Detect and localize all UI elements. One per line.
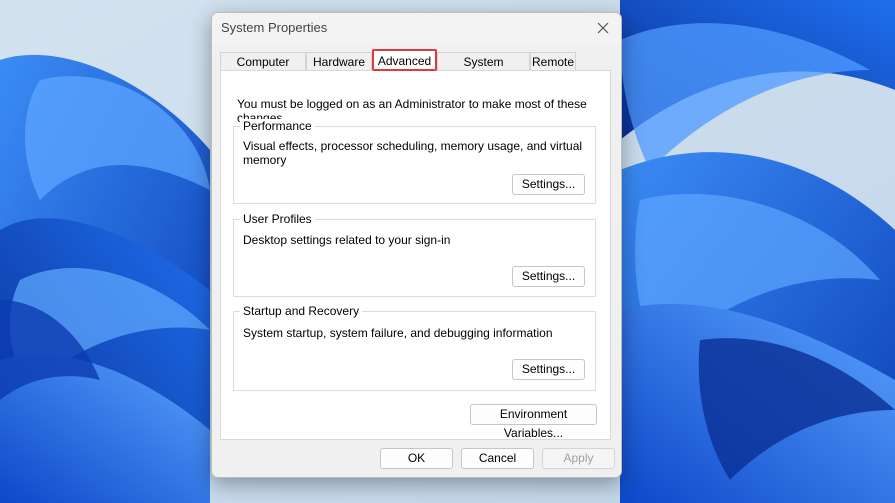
close-icon[interactable] (594, 19, 612, 37)
tab-computer-name[interactable]: Computer Name (220, 52, 306, 87)
startup-recovery-settings-button[interactable]: Settings... (512, 359, 585, 380)
performance-settings-button[interactable]: Settings... (512, 174, 585, 195)
tab-system-protection[interactable]: System Protection (437, 52, 530, 87)
startup-recovery-description: System startup, system failure, and debu… (243, 326, 553, 340)
startup-recovery-group: Startup and Recovery System startup, sys… (233, 304, 596, 391)
startup-recovery-title: Startup and Recovery (240, 304, 363, 318)
cancel-button[interactable]: Cancel (461, 448, 534, 469)
ok-button[interactable]: OK (380, 448, 453, 469)
apply-button[interactable]: Apply (542, 448, 615, 469)
tab-advanced[interactable]: Advanced (372, 49, 437, 71)
title-bar[interactable]: System Properties (212, 13, 621, 45)
user-profiles-title: User Profiles (240, 212, 315, 226)
tab-hardware[interactable]: Hardware (306, 52, 372, 70)
advanced-tab-panel: You must be logged on as an Administrato… (220, 70, 611, 440)
performance-title: Performance (240, 119, 315, 133)
tab-remote[interactable]: Remote (530, 52, 576, 70)
user-profiles-settings-button[interactable]: Settings... (512, 266, 585, 287)
performance-description: Visual effects, processor scheduling, me… (243, 139, 583, 167)
dialog-title: System Properties (221, 20, 328, 35)
environment-variables-button[interactable]: Environment Variables... (470, 404, 597, 440)
user-profiles-group: User Profiles Desktop settings related t… (233, 212, 596, 297)
performance-group: Performance Visual effects, processor sc… (233, 119, 596, 204)
system-properties-dialog: System Properties Computer Name Hardware… (211, 12, 622, 478)
user-profiles-description: Desktop settings related to your sign-in (243, 233, 451, 247)
